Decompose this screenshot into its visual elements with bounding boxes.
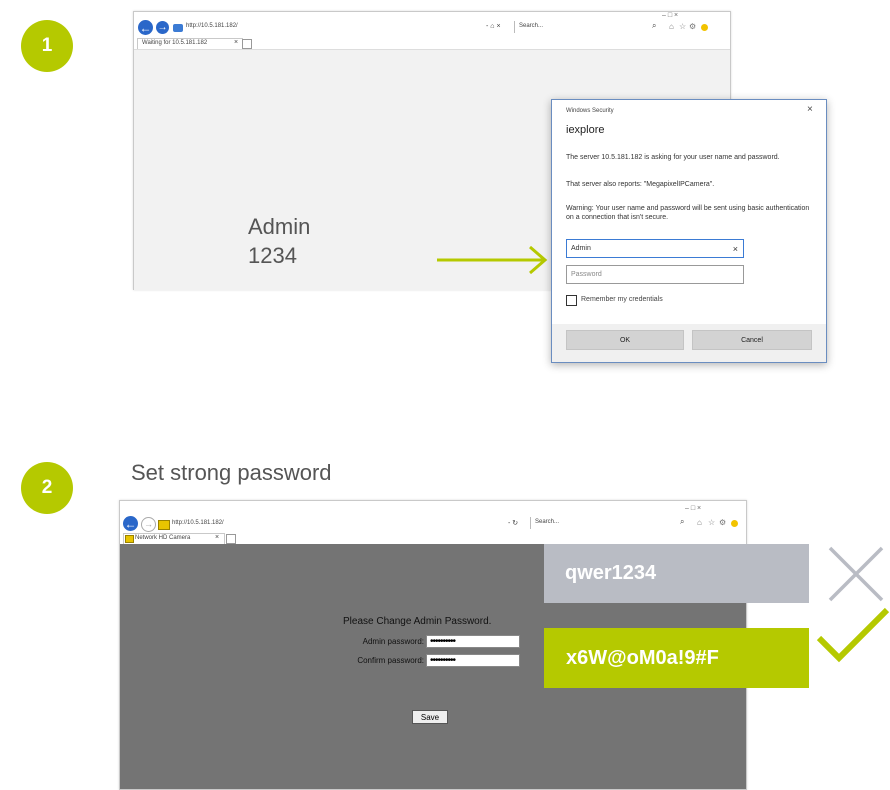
new-tab-button[interactable]: [242, 39, 252, 49]
cancel-button[interactable]: Cancel: [692, 330, 812, 350]
back-arrow-icon: ←: [124, 516, 137, 531]
dialog-message: The server 10.5.181.182 is asking for yo…: [566, 154, 780, 161]
browser-tab[interactable]: Network HD Camera ×: [123, 533, 225, 544]
dialog-realm: That server also reports: "MegapixelIPCa…: [566, 181, 715, 188]
star-icon[interactable]: ☆: [679, 22, 686, 31]
back-button[interactable]: ←: [123, 516, 138, 531]
arrow-pointer-icon: [437, 245, 548, 275]
password-input[interactable]: Password: [566, 265, 744, 284]
forward-button[interactable]: →: [156, 21, 169, 34]
step-1-badge: 1: [21, 20, 73, 72]
magnifier-icon[interactable]: ⌕: [652, 21, 656, 31]
step-1-number: 1: [41, 35, 53, 56]
dialog-warning: Warning: Your user name and password wil…: [566, 205, 810, 221]
tab-site-icon: [125, 535, 134, 543]
username-input[interactable]: Admin ×: [566, 239, 744, 258]
checkmark-icon: [816, 607, 890, 663]
window-controls[interactable]: – □ ×: [685, 505, 701, 512]
search-input[interactable]: Search...: [514, 21, 585, 33]
star-icon[interactable]: ☆: [708, 518, 715, 527]
address-controls[interactable]: - ⌂ ×: [486, 23, 501, 30]
weak-password-text: qwer1234: [565, 562, 657, 584]
confirm-password-label: Confirm password:: [357, 656, 424, 665]
tab-close-icon[interactable]: ×: [234, 39, 238, 46]
site-icon: [158, 520, 170, 530]
tab-close-icon[interactable]: ×: [215, 534, 219, 541]
address-bar[interactable]: http://10.5.181.182/: [186, 23, 238, 29]
tab-title: Network HD Camera: [135, 535, 191, 541]
form-title: Please Change Admin Password.: [343, 616, 492, 627]
remember-label: Remember my credentials: [581, 296, 663, 303]
remember-checkbox[interactable]: [566, 295, 577, 306]
forward-arrow-icon: →: [157, 21, 168, 33]
dialog-window-title: Windows Security: [566, 108, 614, 114]
back-button[interactable]: ←: [138, 20, 153, 35]
home-icon[interactable]: ⌂: [697, 518, 702, 527]
address-bar[interactable]: http://10.5.181.182/: [172, 520, 224, 526]
search-input[interactable]: Search...: [530, 517, 601, 529]
username-value: Admin: [571, 245, 591, 252]
weak-password-box: qwer1234: [544, 544, 809, 603]
gear-icon[interactable]: ⚙: [719, 518, 726, 527]
new-tab-button[interactable]: [226, 534, 236, 544]
confirm-password-input[interactable]: ••••••••••: [426, 654, 520, 667]
windows-security-dialog: Windows Security × iexplore The server 1…: [551, 99, 827, 363]
tab-title: Waiting for 10.5.181.182: [142, 40, 208, 46]
password-placeholder: Password: [571, 271, 602, 278]
window-controls[interactable]: – □ ×: [662, 12, 678, 19]
dialog-close-icon[interactable]: ×: [807, 104, 813, 115]
back-arrow-icon: ←: [139, 20, 152, 35]
admin-password-value: ••••••••••: [430, 636, 456, 647]
strong-password-box: x6W@oM0a!9#F: [544, 628, 809, 688]
address-controls[interactable]: - ↻: [508, 519, 518, 527]
forward-button[interactable]: →: [141, 517, 156, 532]
forward-arrow-icon: →: [144, 519, 153, 529]
strong-password-text: x6W@oM0a!9#F: [566, 646, 719, 669]
magnifier-icon[interactable]: ⌕: [680, 517, 684, 527]
confirm-password-value: ••••••••••: [430, 655, 456, 666]
save-button[interactable]: Save: [412, 710, 448, 724]
gear-icon[interactable]: ⚙: [689, 22, 696, 31]
dialog-app-name: iexplore: [566, 124, 605, 136]
step-2-badge: 2: [21, 462, 73, 514]
search-placeholder: Search...: [519, 23, 544, 29]
step-2-heading: Set strong password: [131, 460, 332, 485]
browser-tab[interactable]: Waiting for 10.5.181.182 ×: [137, 38, 243, 49]
smiley-icon[interactable]: [701, 24, 708, 31]
ok-button[interactable]: OK: [566, 330, 684, 350]
clear-input-icon[interactable]: ×: [733, 244, 738, 254]
search-placeholder: Search...: [535, 519, 560, 525]
admin-password-label: Admin password:: [362, 637, 424, 646]
site-icon: [173, 24, 183, 32]
cross-icon: [828, 546, 884, 602]
admin-password-input[interactable]: ••••••••••: [426, 635, 520, 648]
password-annotation: 1234: [248, 243, 297, 268]
username-annotation: Admin: [248, 214, 311, 239]
step-2-number: 2: [41, 477, 53, 498]
smiley-icon[interactable]: [731, 520, 738, 527]
home-icon[interactable]: ⌂: [669, 22, 674, 31]
